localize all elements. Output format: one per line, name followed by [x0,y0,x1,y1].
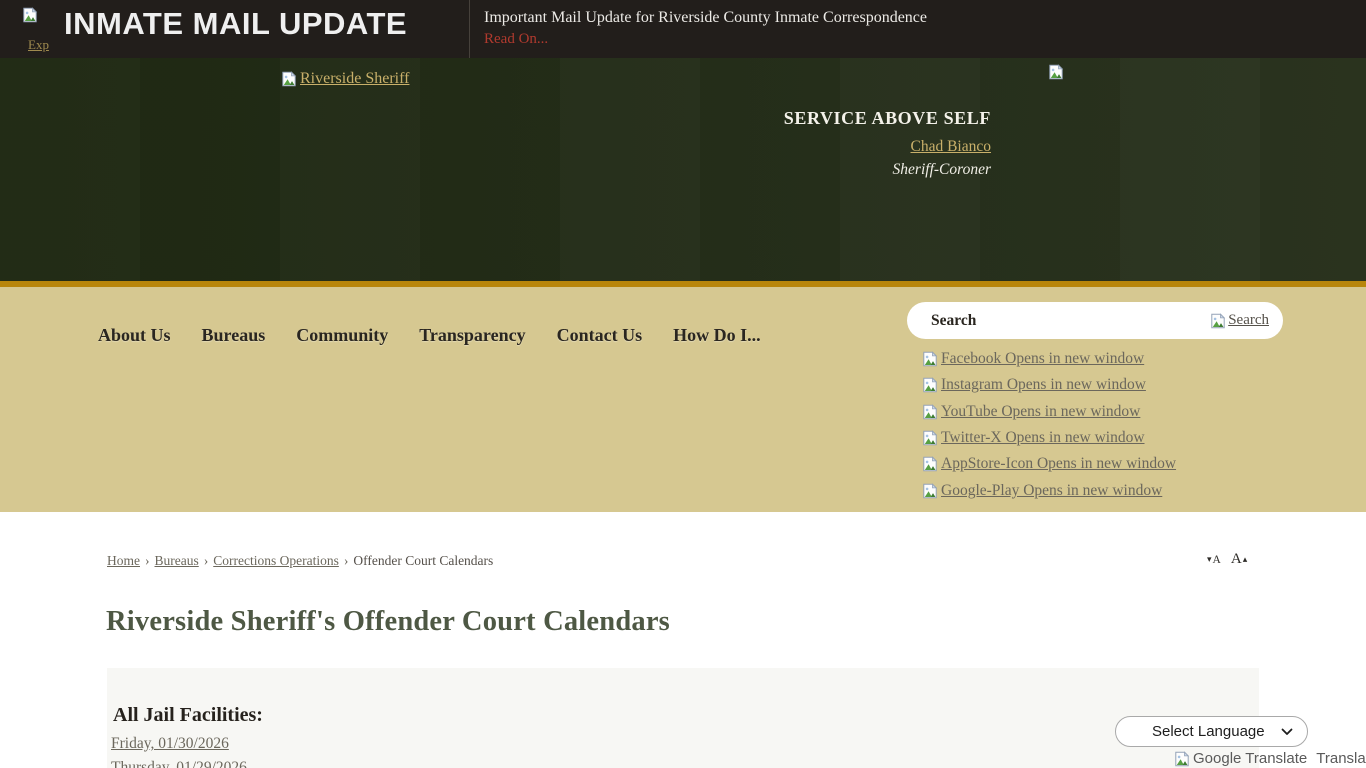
menu-item-community[interactable]: Community [296,325,388,346]
youtube-broken-image-icon [922,404,938,420]
menu-item-bureaus[interactable]: Bureaus [202,325,266,346]
google-translate-broken-image-icon [1174,751,1190,767]
facebook-link-label: Facebook Opens in new window [941,350,1144,368]
decrease-font-label: A [1213,554,1221,566]
google-translate-alt-text: Google Translate [1193,750,1307,767]
language-select[interactable]: Select Language [1115,716,1308,747]
youtube-link[interactable]: YouTube Opens in new window [922,399,1176,425]
breadcrumb: Home › Bureaus › Corrections Operations › Offe… [107,553,493,569]
breadcrumb-separator: › [344,553,349,568]
header-right-block: SERVICE ABOVE SELF Chad Bianco Sheriff-C… [571,108,991,179]
google-translate-credit[interactable]: Google Translate Translate [1174,750,1366,767]
search-button[interactable]: Search [1210,312,1269,329]
riverside-sheriff-logo-link[interactable]: Riverside Sheriff [281,70,409,88]
menu-item-transparency[interactable]: Transparency [419,325,525,346]
google-play-broken-image-icon [922,483,938,499]
sheriff-title-text: Sheriff-Coroner [571,161,991,179]
alert-bar-title: INMATE MAIL UPDATE [64,6,407,42]
alert-message: Important Mail Update for Riverside Coun… [484,9,927,27]
banner-clipped-alt-text: Exp [28,37,49,53]
breadcrumb-home[interactable]: Home [107,553,140,568]
section-heading: All Jail Facilities: [113,704,263,727]
search-broken-image-icon [1210,313,1226,329]
social-links: Facebook Opens in new window Instagram O… [922,346,1176,504]
increase-font-label: A [1231,551,1242,568]
app-store-link[interactable]: AppStore-Icon Opens in new window [922,451,1176,477]
app-store-link-label: AppStore-Icon Opens in new window [941,455,1176,473]
breadcrumb-corrections-operations[interactable]: Corrections Operations [213,553,339,568]
twitter-x-link-label: Twitter-X Opens in new window [941,429,1145,447]
breadcrumb-current: Offender Court Calendars [353,553,493,568]
alert-message-block: Important Mail Update for Riverside Coun… [470,0,927,58]
youtube-link-label: YouTube Opens in new window [941,403,1140,421]
menu-item-about-us[interactable]: About Us [98,325,171,346]
calendar-link-thursday[interactable]: Thursday, 01/29/2026 [111,756,247,768]
motto-text: SERVICE ABOVE SELF [571,108,991,129]
twitter-x-broken-image-icon [922,430,938,446]
chevron-down-icon [1281,728,1293,736]
sheriff-logo-alt-text: Riverside Sheriff [300,70,409,88]
breadcrumb-separator: › [145,553,150,568]
translate-widget-label: Translate [1316,750,1366,767]
read-on-link[interactable]: Read On... [484,31,548,48]
breadcrumb-bureaus[interactable]: Bureaus [155,553,199,568]
menu-item-contact-us[interactable]: Contact Us [557,325,643,346]
calendar-link-list: Friday, 01/30/2026 Thursday, 01/29/2026 [111,732,247,768]
breadcrumb-separator: › [204,553,209,568]
inmate-mail-update-banner[interactable]: Exp INMATE MAIL UPDATE [0,0,470,58]
font-resize-controls: ▾ A A ▴ [1207,551,1247,568]
menu-item-how-do-i[interactable]: How Do I... [673,325,761,346]
page: Exp INMATE MAIL UPDATE Important Mail Up… [0,0,1366,768]
instagram-link[interactable]: Instagram Opens in new window [922,372,1176,398]
alert-bar: Exp INMATE MAIL UPDATE Important Mail Up… [0,0,1366,58]
page-title: Riverside Sheriff's Offender Court Calen… [106,606,670,638]
sheriff-name-link[interactable]: Chad Bianco [911,138,992,156]
triangle-down-icon: ▾ [1207,555,1212,564]
triangle-up-icon: ▴ [1243,555,1248,564]
site-header: Riverside Sheriff SERVICE ABOVE SELF Cha… [0,58,1366,281]
instagram-broken-image-icon [922,377,938,393]
nav-band: About Us Bureaus Community Transparency … [0,287,1366,512]
google-play-link-label: Google-Play Opens in new window [941,482,1162,500]
calendar-link-friday[interactable]: Friday, 01/30/2026 [111,732,247,756]
sheriff-logo-broken-image-icon [281,71,297,87]
content-card: All Jail Facilities: Friday, 01/30/2026 … [107,668,1259,768]
banner-broken-image-icon [22,7,38,23]
facebook-broken-image-icon [922,351,938,367]
increase-font-button[interactable]: A ▴ [1231,551,1247,568]
header-broken-image-icon [1048,64,1064,80]
main-menu: About Us Bureaus Community Transparency … [98,325,761,346]
language-select-value: Select Language [1152,723,1265,740]
search-input[interactable] [931,312,1210,330]
twitter-x-link[interactable]: Twitter-X Opens in new window [922,425,1176,451]
search-box: Search [907,302,1283,339]
google-play-link[interactable]: Google-Play Opens in new window [922,477,1176,503]
decrease-font-button[interactable]: ▾ A [1207,554,1221,566]
search-button-label: Search [1228,312,1269,329]
facebook-link[interactable]: Facebook Opens in new window [922,346,1176,372]
app-store-broken-image-icon [922,456,938,472]
instagram-link-label: Instagram Opens in new window [941,376,1146,394]
